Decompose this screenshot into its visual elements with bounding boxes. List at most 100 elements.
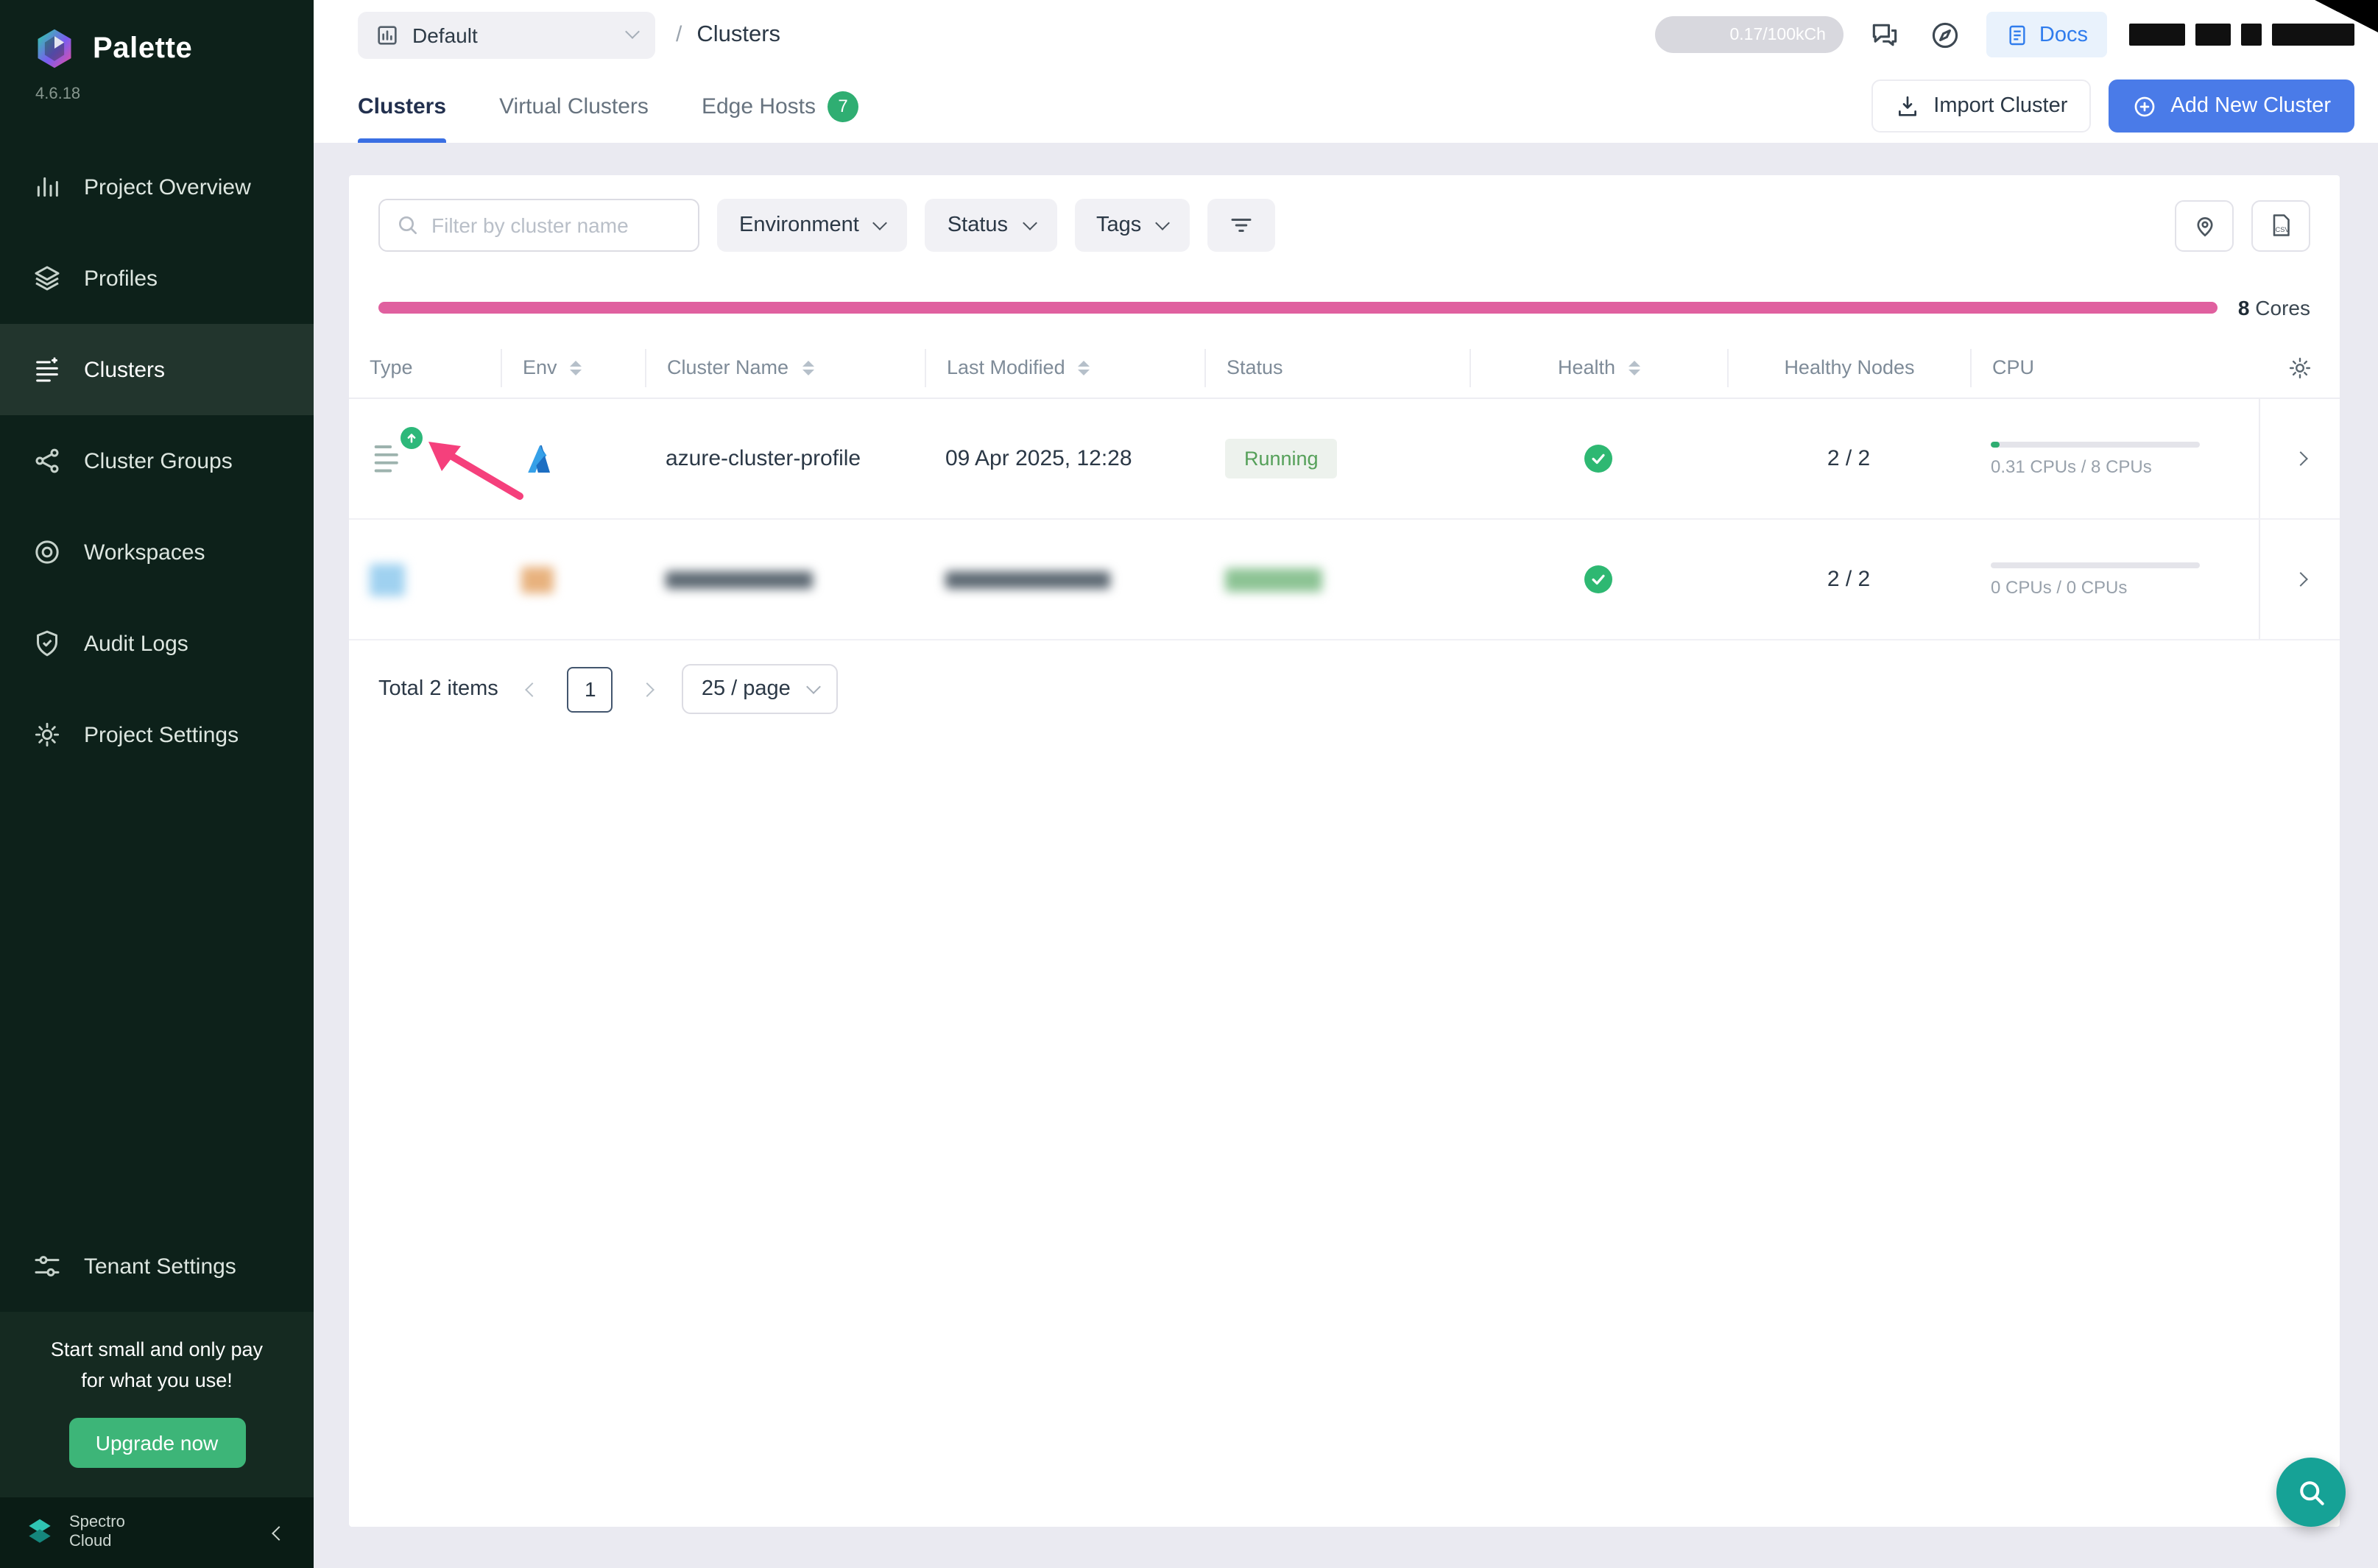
sidebar-item-tenant-settings[interactable]: Tenant Settings bbox=[0, 1221, 314, 1312]
tab-clusters[interactable]: Clusters bbox=[358, 69, 446, 143]
sidebar-item-label: Project Overview bbox=[84, 174, 251, 199]
table-settings-button[interactable] bbox=[2259, 348, 2340, 386]
map-view-button[interactable] bbox=[2175, 199, 2234, 251]
app-version: 4.6.18 bbox=[0, 74, 314, 103]
cpu-usage-text: 0.31 CPUs / 8 CPUs bbox=[1991, 456, 2152, 476]
sort-icon[interactable] bbox=[1629, 360, 1640, 375]
tab-edge-hosts[interactable]: Edge Hosts 7 bbox=[702, 69, 858, 143]
brand: Palette bbox=[0, 0, 314, 74]
cluster-name[interactable]: azure-cluster-profile bbox=[666, 446, 861, 471]
cell-type bbox=[349, 437, 501, 481]
cpu-usage-bar bbox=[1991, 562, 2200, 568]
project-selector[interactable]: Default bbox=[358, 11, 655, 58]
cell-type bbox=[349, 563, 501, 596]
pagination-page-1[interactable]: 1 bbox=[568, 666, 613, 712]
gear-icon bbox=[32, 720, 62, 749]
cell-last-modified bbox=[925, 571, 1204, 588]
map-pin-icon bbox=[2192, 213, 2217, 238]
pagination-prev-button[interactable] bbox=[522, 678, 544, 700]
chevron-down-icon bbox=[873, 215, 888, 230]
sort-icon[interactable] bbox=[571, 360, 582, 375]
cluster-actions: Import Cluster Add New Cluster bbox=[1871, 80, 2354, 133]
project-scope-icon bbox=[375, 23, 399, 46]
status-filter-dropdown[interactable]: Status bbox=[925, 199, 1056, 252]
resource-search-fab[interactable] bbox=[2276, 1458, 2346, 1527]
filter-right-actions: CSV bbox=[2175, 199, 2310, 251]
sidebar-collapse-icon[interactable] bbox=[268, 1514, 290, 1552]
redacted-block bbox=[2129, 24, 2185, 46]
app-window: Palette 4.6.18 Project Overview Profiles bbox=[0, 0, 2378, 1568]
cell-env bbox=[501, 566, 645, 593]
add-new-cluster-button[interactable]: Add New Cluster bbox=[2109, 80, 2354, 133]
table-row[interactable]: 2 / 2 0 CPUs / 0 CPUs bbox=[349, 520, 2340, 640]
column-health[interactable]: Health bbox=[1470, 348, 1727, 386]
upgrade-now-button[interactable]: Upgrade now bbox=[68, 1418, 245, 1468]
tabs-bar: Clusters Virtual Clusters Edge Hosts 7 I… bbox=[314, 69, 2378, 143]
network-icon bbox=[32, 446, 62, 476]
clusters-panel: Environment Status Tags bbox=[349, 175, 2340, 1527]
redacted-last-modified bbox=[945, 571, 1110, 588]
sidebar-item-label: Profiles bbox=[84, 266, 158, 291]
table-header: Type Env Cluster Name Last Modified Stat… bbox=[349, 337, 2340, 399]
sidebar-item-cluster-groups[interactable]: Cluster Groups bbox=[0, 415, 314, 506]
help-button[interactable] bbox=[1926, 15, 1964, 54]
sidebar-item-workspaces[interactable]: Workspaces bbox=[0, 506, 314, 598]
cores-unit: Cores bbox=[2255, 296, 2310, 319]
redacted-user-info bbox=[2129, 24, 2354, 46]
sidebar: Palette 4.6.18 Project Overview Profiles bbox=[0, 0, 314, 1568]
last-modified: 09 Apr 2025, 12:28 bbox=[945, 446, 1132, 471]
chevron-right-icon bbox=[2293, 451, 2307, 466]
cell-cluster-name bbox=[645, 571, 925, 588]
row-expand-button[interactable] bbox=[2259, 520, 2340, 639]
cores-usage-row: 8 Cores bbox=[349, 261, 2340, 337]
sort-icon[interactable] bbox=[802, 360, 814, 375]
csv-file-icon: CSV bbox=[2268, 212, 2294, 239]
chat-icon bbox=[1869, 18, 1901, 51]
cell-healthy-nodes: 2 / 2 bbox=[1727, 567, 1970, 592]
pagination-next-button[interactable] bbox=[637, 678, 659, 700]
page-size-select[interactable]: 25 / page bbox=[682, 664, 838, 714]
redacted-status bbox=[1225, 568, 1322, 591]
cell-cpu: 0 CPUs / 0 CPUs bbox=[1970, 562, 2259, 597]
docs-label: Docs bbox=[2039, 23, 2088, 46]
edge-hosts-count-badge: 7 bbox=[828, 91, 858, 121]
column-env[interactable]: Env bbox=[501, 348, 645, 386]
docs-button[interactable]: Docs bbox=[1986, 12, 2107, 57]
column-last-modified[interactable]: Last Modified bbox=[925, 348, 1204, 386]
imported-up-arrow-badge bbox=[401, 426, 423, 448]
search-icon bbox=[2295, 1476, 2327, 1508]
sidebar-item-profiles[interactable]: Profiles bbox=[0, 233, 314, 324]
cell-health bbox=[1470, 445, 1727, 473]
column-cluster-name[interactable]: Cluster Name bbox=[645, 348, 925, 386]
tags-filter-label: Tags bbox=[1096, 213, 1141, 237]
import-cluster-button[interactable]: Import Cluster bbox=[1871, 80, 2091, 133]
document-icon bbox=[2005, 23, 2029, 46]
status-badge: Running bbox=[1225, 439, 1338, 478]
table-row[interactable]: azure-cluster-profile 09 Apr 2025, 12:28… bbox=[349, 399, 2340, 520]
export-csv-button[interactable]: CSV bbox=[2251, 199, 2310, 251]
sort-icon[interactable] bbox=[1079, 360, 1090, 375]
sidebar-item-project-overview[interactable]: Project Overview bbox=[0, 141, 314, 233]
sidebar-item-label: Tenant Settings bbox=[84, 1254, 236, 1279]
sidebar-item-audit-logs[interactable]: Audit Logs bbox=[0, 598, 314, 689]
bar-chart-icon bbox=[32, 172, 62, 202]
cluster-filter-input[interactable] bbox=[431, 213, 682, 237]
promo-line-2: for what you use! bbox=[21, 1366, 293, 1397]
sidebar-nav: Project Overview Profiles Clusters Clust… bbox=[0, 141, 314, 780]
cell-status bbox=[1204, 568, 1470, 591]
sidebar-item-clusters[interactable]: Clusters bbox=[0, 324, 314, 415]
advanced-filter-button[interactable] bbox=[1207, 199, 1275, 252]
filter-row: Environment Status Tags bbox=[349, 175, 2340, 261]
sidebar-item-label: Workspaces bbox=[84, 540, 205, 565]
tab-virtual-clusters[interactable]: Virtual Clusters bbox=[499, 69, 649, 143]
redacted-type-icon bbox=[370, 563, 405, 596]
spectro-cloud-logo-icon bbox=[24, 1516, 56, 1549]
environment-filter-dropdown[interactable]: Environment bbox=[717, 199, 908, 252]
row-expand-button[interactable] bbox=[2259, 399, 2340, 518]
sidebar-item-project-settings[interactable]: Project Settings bbox=[0, 689, 314, 780]
import-icon bbox=[1895, 93, 1920, 119]
chevron-right-icon bbox=[641, 682, 655, 696]
chat-button[interactable] bbox=[1866, 15, 1904, 54]
tags-filter-dropdown[interactable]: Tags bbox=[1074, 199, 1190, 252]
header-right: 0.17/100kCh Docs bbox=[1655, 12, 2354, 57]
